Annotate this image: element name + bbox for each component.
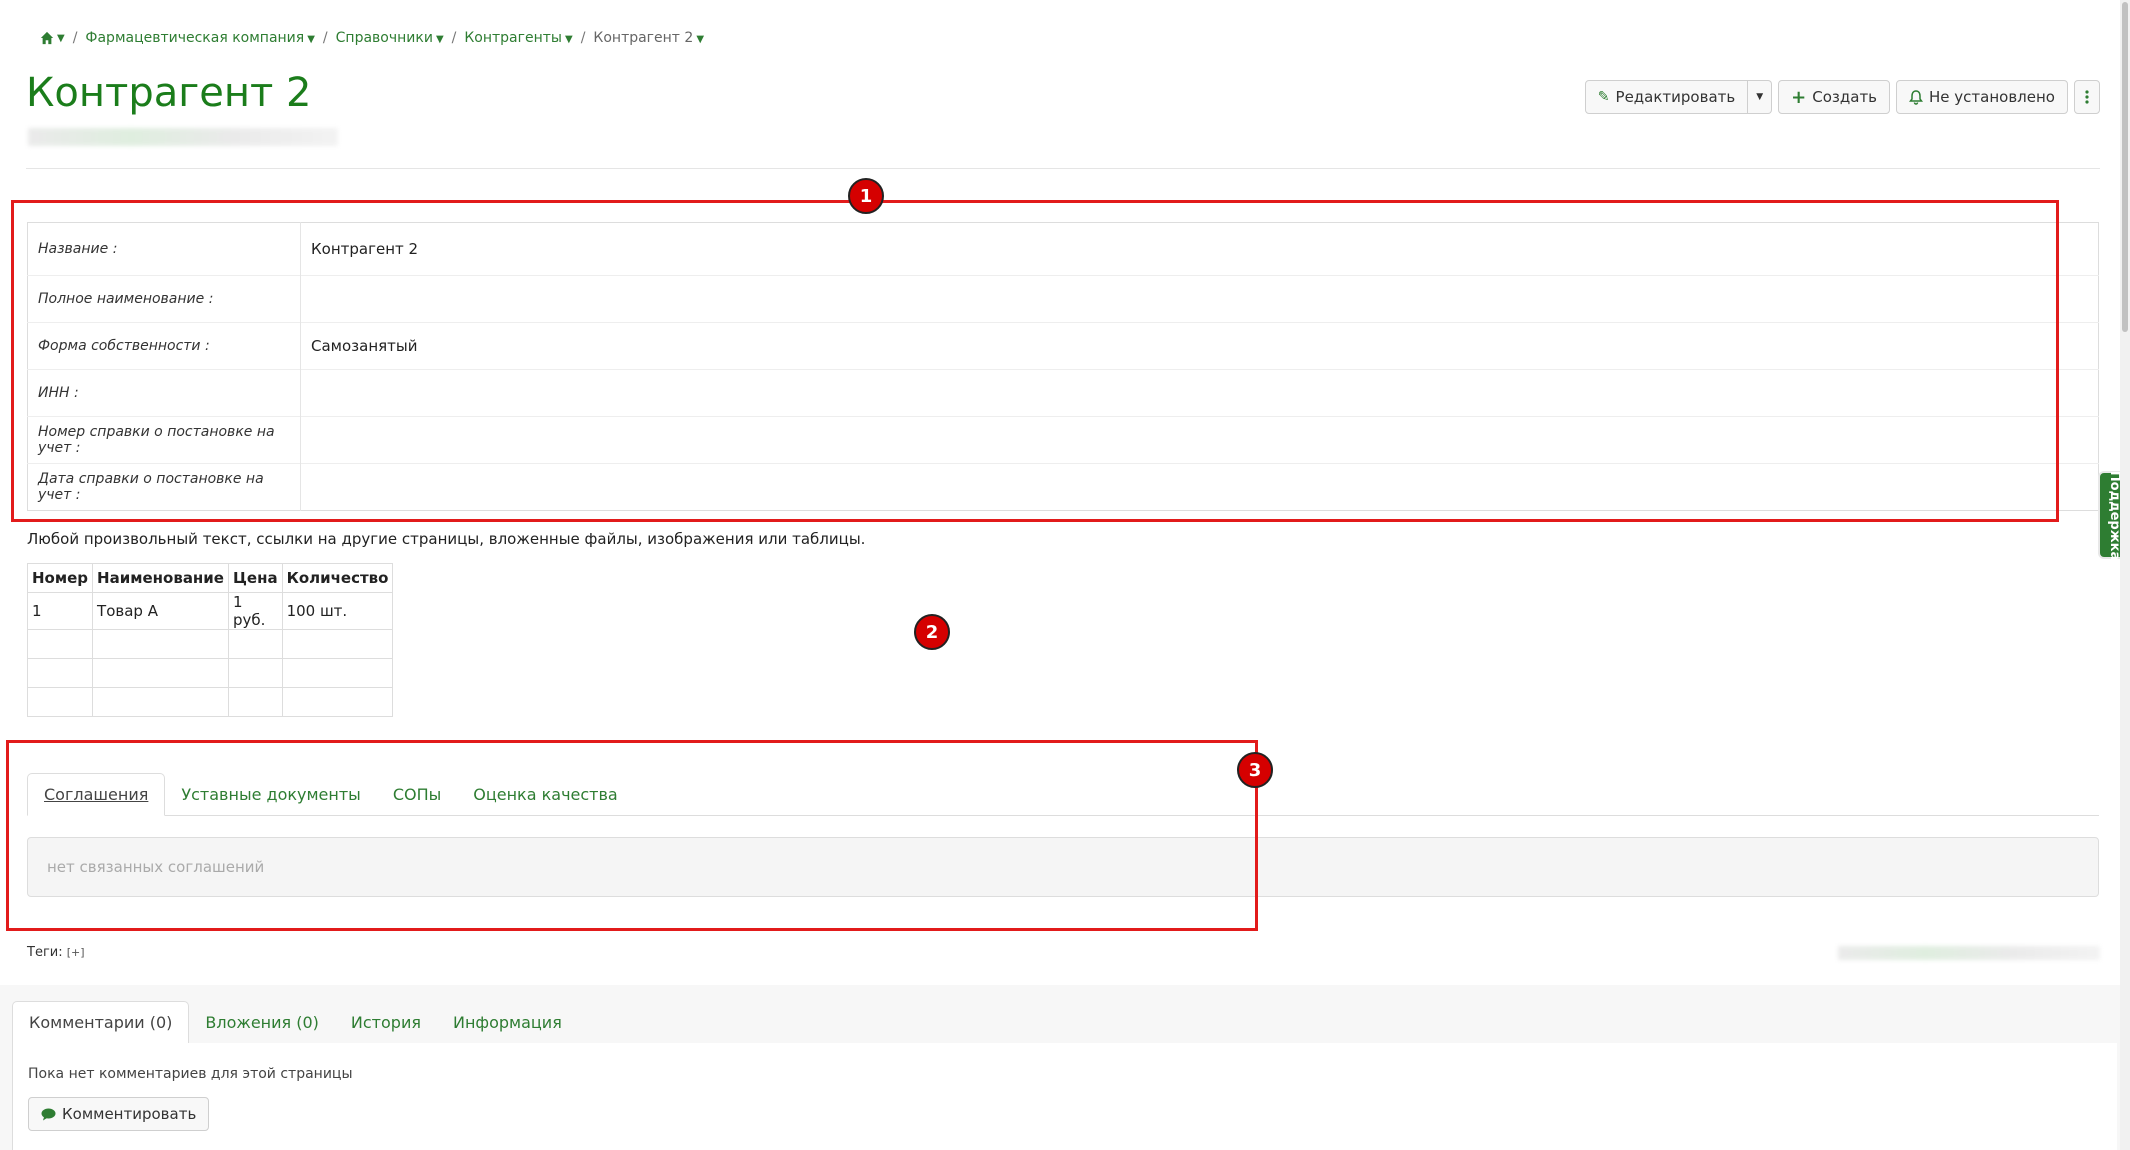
create-button[interactable]: + Создать (1778, 80, 1891, 114)
home-link[interactable]: ▼ (40, 31, 65, 45)
table-cell (227, 658, 283, 688)
breadcrumb-current[interactable]: Контрагент 2 ▼ (593, 30, 704, 46)
column-header: Цена (227, 563, 283, 593)
add-tag-link[interactable]: [+] (67, 946, 85, 959)
chevron-down-icon: ▼ (57, 32, 65, 44)
comments-body (12, 1043, 2117, 1150)
breadcrumb-item-directories[interactable]: Справочники ▼ (336, 30, 444, 46)
chevron-down-icon: ▼ (435, 34, 444, 45)
annotation-badge-2: 2 (914, 614, 950, 650)
blurred-author-info (1838, 946, 2100, 960)
kebab-icon (2085, 90, 2089, 104)
tab-comments[interactable]: Комментарии (0) (12, 1001, 190, 1044)
table-cell (281, 687, 394, 717)
table-cell (92, 658, 229, 688)
annotation-box-3 (6, 740, 1258, 931)
table-cell: 1 руб. (227, 592, 283, 630)
edit-button[interactable]: ✎ Редактировать (1584, 80, 1749, 114)
bell-icon (1909, 89, 1924, 105)
home-icon (40, 31, 54, 45)
comment-button[interactable]: Комментировать (28, 1097, 210, 1131)
table-cell (26, 629, 94, 659)
table-cell: 1 (26, 592, 94, 630)
page-toolbar: ✎ Редактировать ▼ + Создать Не установле… (1584, 80, 2100, 114)
plus-icon: + (1791, 86, 1807, 108)
annotation-box-1 (11, 200, 2059, 522)
scrollbar[interactable] (2120, 0, 2130, 1150)
tags: Теги: [+] (27, 945, 85, 960)
column-header: Наименование (92, 563, 229, 593)
tab-information[interactable]: Информация (437, 1001, 578, 1043)
speech-bubble-icon (41, 1108, 56, 1120)
table-cell (92, 629, 229, 659)
chevron-down-icon: ▼ (1756, 92, 1764, 102)
edit-dropdown-button[interactable]: ▼ (1748, 80, 1773, 114)
edit-button-group: ✎ Редактировать ▼ (1584, 80, 1773, 114)
tags-label: Теги: (27, 945, 63, 960)
annotation-badge-3: 3 (1237, 752, 1273, 788)
table-cell (26, 658, 94, 688)
table-row (26, 629, 394, 659)
tab-attachments[interactable]: Вложения (0) (189, 1001, 334, 1043)
table-cell (92, 687, 229, 717)
table-row: 1 Товар А 1 руб. 100 шт. (26, 592, 394, 630)
chevron-down-icon: ▼ (564, 34, 573, 45)
blurred-metadata (28, 128, 338, 146)
table-cell (281, 658, 394, 688)
chevron-down-icon: ▼ (696, 34, 705, 45)
bottom-tabs: Комментарии (0) Вложения (0) История Инф… (12, 1001, 2117, 1044)
items-table: Номер Наименование Цена Количество 1 Тов… (26, 563, 394, 717)
table-row (26, 658, 394, 688)
breadcrumb-item-company[interactable]: Фармацевтическая компания ▼ (85, 30, 315, 46)
pencil-icon: ✎ (1597, 89, 1610, 105)
breadcrumb-item-counterparties[interactable]: Контрагенты ▼ (464, 30, 572, 46)
table-cell (281, 629, 394, 659)
breadcrumb: ▼ / Фармацевтическая компания ▼ / Справоч… (40, 30, 704, 46)
header-divider (26, 168, 2100, 169)
table-row (26, 687, 394, 717)
column-header: Количество (281, 563, 394, 593)
chevron-down-icon: ▼ (307, 34, 315, 45)
annotation-badge-1: 1 (848, 178, 884, 214)
tab-history[interactable]: История (335, 1001, 437, 1043)
column-header: Номер (26, 563, 94, 593)
table-cell: Товар А (92, 592, 229, 630)
table-header-row: Номер Наименование Цена Количество (26, 563, 394, 593)
page-title: Контрагент 2 (26, 70, 312, 116)
table-cell: 100 шт. (281, 592, 394, 630)
scrollbar-thumb[interactable] (2122, 2, 2128, 332)
table-cell (227, 687, 283, 717)
more-menu-button[interactable] (2074, 80, 2100, 114)
no-comments-text: Пока нет комментариев для этой страницы (28, 1066, 353, 1082)
table-cell (26, 687, 94, 717)
table-cell (227, 629, 283, 659)
free-text: Любой произвольный текст, ссылки на друг… (27, 530, 866, 548)
notification-button[interactable]: Не установлено (1896, 80, 2068, 114)
